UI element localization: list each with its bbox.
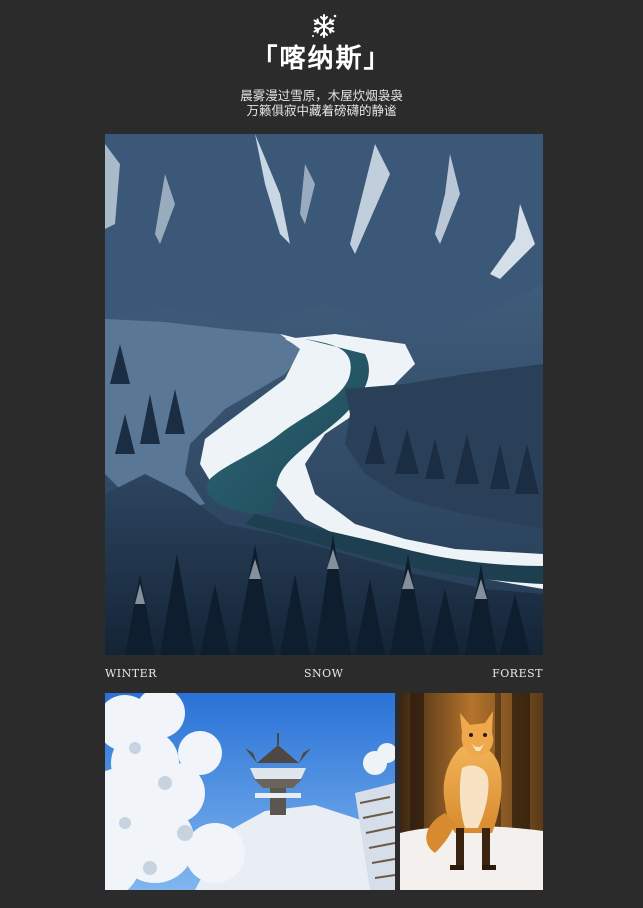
label-forest: FOREST <box>492 667 543 680</box>
snowflake-icon <box>310 12 338 40</box>
tower-photo <box>105 693 395 890</box>
label-snow: SNOW <box>304 667 344 680</box>
label-winter: WINTER <box>105 667 157 680</box>
subtitle: 晨雾漫过雪原，木屋炊烟袅袅 万籁俱寂中藏着磅礴的静谧 <box>0 88 643 118</box>
caption-labels: WINTER SNOW FOREST <box>105 667 543 683</box>
page-title: 「喀纳斯」 <box>251 44 392 74</box>
subtitle-line-2: 万籁俱寂中藏着磅礴的静谧 <box>246 103 397 118</box>
subtitle-line-1: 晨雾漫过雪原，木屋炊烟袅袅 <box>240 88 403 103</box>
main-photo <box>105 134 543 655</box>
fox-photo <box>400 693 543 890</box>
